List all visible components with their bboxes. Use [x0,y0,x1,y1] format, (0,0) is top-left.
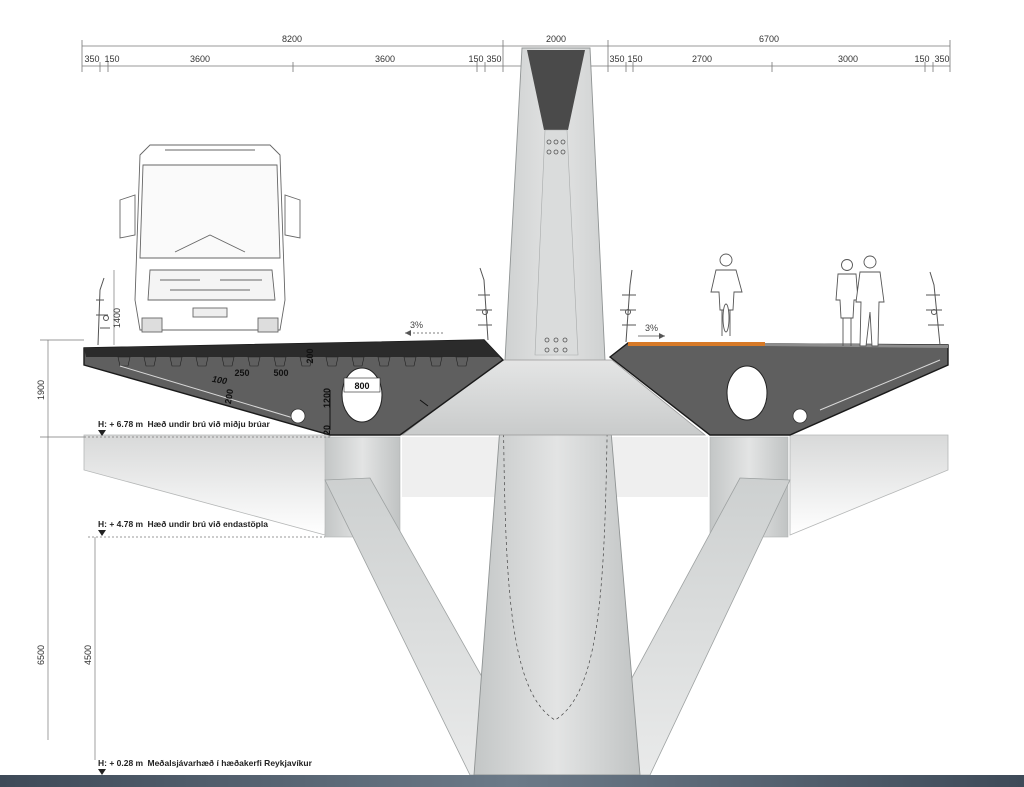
level-mid-value: H: + 6.78 m [98,419,144,429]
bus-outline [119,144,301,333]
dim-total-height: 6500 [36,645,46,665]
dim-left-seg-5: 150 [468,54,483,64]
level-marker-abutment: H: + 4.78 m Hæð undir brú við endastöpla [98,519,268,536]
label-rib-spacing-b: 500 [273,368,288,378]
dim-right-seg-1: 350 [609,54,624,64]
right-inclined-leg [619,477,791,776]
railing-left-outer [96,277,110,346]
top-dimension-labels: 8200 2000 6700 350 150 3600 3600 150 350… [84,34,949,64]
right-bikepath-strip [628,342,765,346]
railing-right-inner [620,269,636,343]
level-sea-text: Meðalsjávarhæð í hæðakerfi Reykjavíkur [148,758,313,768]
label-rib-spacing-a: 250 [234,368,249,378]
dim-clearance: 4500 [83,645,93,665]
dim-right-total: 6700 [759,34,779,44]
right-slope-label: 3% [645,323,658,333]
top-dimension-chain [81,40,951,72]
dim-right-seg-2: 150 [627,54,642,64]
svg-text:H: + 0.28 m Meðalsjávarh: H: + 0.28 m Meðalsjávarhæð í hæðakerfi R… [98,758,313,768]
dim-left-seg-3: 3600 [190,54,210,64]
label-rib-depth: 200 [305,348,315,363]
center-bay-right [608,437,708,497]
cyclist-figure [710,253,743,336]
railing-left-inner [476,267,492,341]
level-sea-value: H: + 0.28 m [98,758,144,768]
svg-text:H: + 4.78 m Hæð undir br: H: + 4.78 m Hæð undir brú við endastöpla [98,519,268,529]
level-marker-mid: H: + 6.78 m Hæð undir brú við miðju brúa… [98,419,271,436]
left-void-opening [341,367,383,423]
right-void-opening [726,365,768,421]
left-inclined-leg [324,477,496,776]
right-abutment-wall [789,434,949,536]
right-drain-pipe [792,408,808,424]
level-abutment-text: Hæð undir brú við endastöpla [148,519,269,529]
bus-height-dimension: 1400 [112,270,122,345]
right-slope-arrow: 3% [638,323,665,339]
dim-left-seg-6: 350 [486,54,501,64]
label-void-width: 800 [354,381,369,391]
left-slope-label: 3% [410,320,423,330]
label-bottom-slab: 20 [322,425,332,435]
dim-left-seg-1: 350 [84,54,99,64]
left-deck-top-slab [84,340,500,357]
left-slope-arrow: 3% [405,320,445,336]
dim-left-seg-2: 150 [104,54,119,64]
svg-text:H: + 6.78 m Hæð undir br: H: + 6.78 m Hæð undir brú við miðju brúa… [98,419,271,429]
center-bay-left [402,437,502,497]
water-surface [0,775,1024,787]
pedestrian-pair [835,255,885,347]
dim-right-seg-4: 3000 [838,54,858,64]
bridge-section-drawing: 8200 2000 6700 350 150 3600 3600 150 350… [0,34,1024,787]
level-abutment-value: H: + 4.78 m [98,519,144,529]
level-mid-text: Hæð undir brú við miðju brúar [148,419,271,429]
level-marker-sea: H: + 0.28 m Meðalsjávarhæð í hæðakerfi R… [98,758,313,775]
dim-left-total: 8200 [282,34,302,44]
dim-deck-depth: 1900 [36,380,46,400]
railing-right-outer [926,271,944,346]
left-drain-pipe [290,408,306,424]
dim-right-seg-5: 150 [914,54,929,64]
label-box-height: 1200 [322,388,332,408]
dim-railing-height: 1400 [112,308,122,328]
dim-right-seg-6: 350 [934,54,949,64]
dim-center-total: 2000 [546,34,566,44]
dim-left-seg-4: 3600 [375,54,395,64]
dim-right-seg-3: 2700 [692,54,712,64]
